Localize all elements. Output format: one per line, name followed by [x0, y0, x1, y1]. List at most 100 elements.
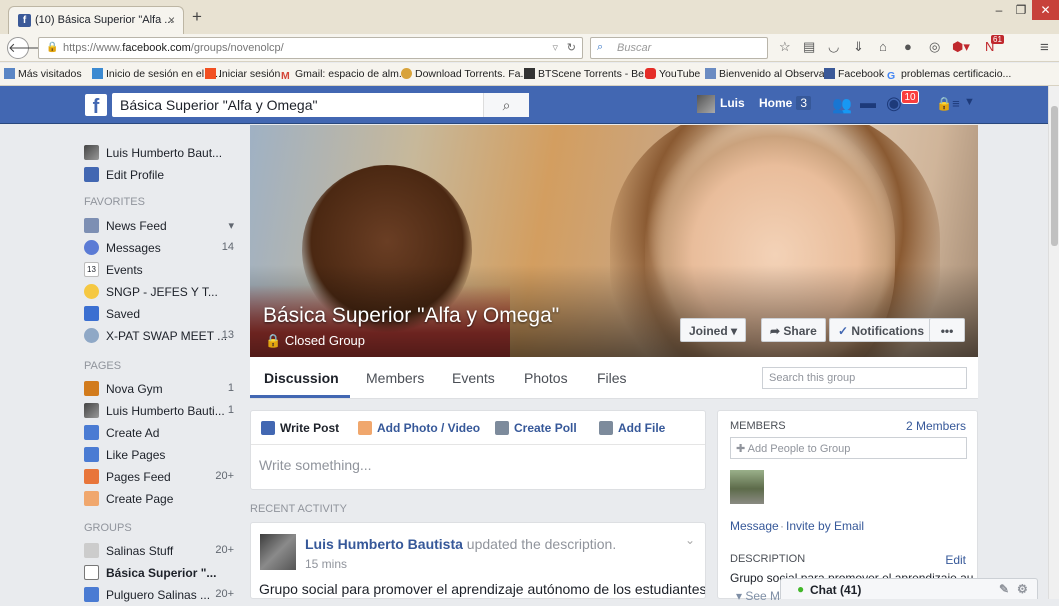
privacy-shortcuts-icon[interactable]: 🔒≡	[936, 96, 960, 112]
sidebar-item-basica-superior[interactable]: Básica Superior "...	[84, 564, 234, 584]
menu-icon[interactable]: ≡	[1040, 39, 1049, 56]
dropdown-arrow-icon[interactable]: ▿	[552, 41, 558, 54]
message-link[interactable]: Message	[730, 519, 779, 533]
scrollbar[interactable]	[1048, 86, 1059, 599]
bookmark-mas-visitados[interactable]: Más visitados	[4, 68, 82, 80]
chevron-down-icon[interactable]: ⌄	[685, 533, 695, 547]
reading-list-icon[interactable]: ▤	[803, 39, 815, 55]
sidebar-item-news-feed[interactable]: News Feed ▾	[84, 217, 234, 237]
star-icon[interactable]: ☆	[779, 39, 791, 55]
sidebar-item-create-page[interactable]: Create Page	[84, 490, 234, 510]
tab-events[interactable]: Events	[452, 370, 495, 386]
bookmark-icon	[84, 306, 99, 321]
browser-tab[interactable]: f (10) Básica Superior "Alfa ... ×	[8, 6, 184, 34]
sidebar-item-saved[interactable]: Saved	[84, 305, 234, 325]
edit-description-link[interactable]: Edit	[945, 553, 966, 567]
sidebar-item-pages-feed[interactable]: Pages Feed 20+	[84, 468, 234, 488]
tab-close-icon[interactable]: ×	[168, 13, 175, 27]
minimize-button[interactable]: –	[988, 0, 1010, 20]
bookmark-inicio[interactable]: Inicio de sesión en el c...	[92, 68, 221, 80]
online-dot-icon: ●	[797, 582, 805, 596]
tab-files[interactable]: Files	[597, 370, 627, 386]
extension-badge: 61	[991, 35, 1004, 44]
sidebar-item-messages[interactable]: Messages 14	[84, 239, 234, 259]
gear-icon[interactable]: ⚙	[1017, 582, 1028, 596]
bookmark-youtube[interactable]: YouTube	[645, 68, 700, 80]
close-window-button[interactable]: ✕	[1032, 0, 1059, 20]
scrollbar-thumb[interactable]	[1051, 106, 1058, 246]
sidebar-item-events[interactable]: 13 Events	[84, 261, 234, 281]
joined-button[interactable]: Joined ▾	[680, 318, 747, 342]
home-icon[interactable]: ⌂	[879, 39, 887, 54]
group-search-input[interactable]: Search this group	[762, 367, 967, 389]
bookmark-observatorio[interactable]: Bienvenido al Observa...	[705, 68, 833, 80]
sidebar-item-create-ad[interactable]: Create Ad	[84, 424, 234, 444]
sync-icon[interactable]: ◎	[929, 39, 940, 55]
sidebar-item-nova-gym[interactable]: Nova Gym 1	[84, 380, 234, 400]
browser-search-input[interactable]: ⌕ Buscar	[590, 37, 768, 59]
tab-discussion[interactable]: Discussion	[264, 370, 339, 386]
post-author[interactable]: Luis Humberto Bautista	[305, 536, 463, 552]
group-title[interactable]: Básica Superior "Alfa y Omega"	[263, 304, 559, 328]
post-input[interactable]: Write something...	[259, 457, 372, 473]
create-poll-button[interactable]: Create Poll	[495, 421, 577, 435]
facebook-logo-icon[interactable]: f	[85, 94, 107, 118]
members-count-link[interactable]: 2 Members	[906, 419, 966, 433]
avatar[interactable]	[697, 95, 715, 113]
reload-icon[interactable]: ↻	[567, 41, 576, 54]
sidebar-item-xpat[interactable]: X-PAT SWAP MEET ... 13	[84, 327, 234, 347]
facebook-search-input[interactable]: Básica Superior "Alfa y Omega" ⌕	[112, 93, 529, 117]
home-link[interactable]: Home 3	[759, 96, 812, 110]
back-arrow-icon[interactable]: 🡐	[7, 37, 43, 59]
new-tab-button[interactable]: +	[192, 7, 202, 27]
sidebar-item-like-pages[interactable]: Like Pages	[84, 446, 234, 466]
share-button[interactable]: ➦ Share	[761, 318, 826, 342]
notifications-button[interactable]: ✓ Notifications	[829, 318, 934, 342]
write-post-button[interactable]: Write Post	[261, 421, 339, 435]
add-file-button[interactable]: Add File	[599, 421, 665, 435]
bookmark-iniciar-sesion[interactable]: Iniciar sesión	[205, 68, 280, 80]
url-domain: facebook.com	[122, 42, 191, 54]
tab-members[interactable]: Members	[366, 370, 424, 386]
more-options-button[interactable]: •••	[929, 318, 965, 342]
sidebar-profile[interactable]: Luis Humberto Baut...	[84, 144, 234, 164]
tab-photos[interactable]: Photos	[524, 370, 568, 386]
friend-requests-icon[interactable]: 👥	[832, 95, 852, 115]
notifications-globe-icon[interactable]: ◉	[886, 93, 902, 114]
see-more-link[interactable]: ▾ See M	[736, 589, 780, 603]
invite-by-email-link[interactable]: Invite by Email	[786, 519, 864, 533]
chat-bubble-icon[interactable]: ●	[904, 39, 912, 54]
profile-link[interactable]: Luis	[720, 96, 745, 110]
add-people-input[interactable]: ✚ Add People to Group	[730, 437, 967, 459]
avatar[interactable]	[260, 534, 296, 570]
sidebar-edit-profile[interactable]: Edit Profile	[84, 166, 234, 186]
add-photo-video-button[interactable]: Add Photo / Video	[358, 421, 480, 435]
favorites-header: FAVORITES	[84, 196, 145, 208]
member-avatar[interactable]	[730, 470, 764, 504]
bookmark-icon	[524, 68, 535, 79]
adblock-icon[interactable]: ⬢▾	[952, 39, 970, 55]
sidebar-item-pulguero[interactable]: Pulguero Salinas ... 20+	[84, 586, 234, 606]
bookmark-btscene[interactable]: BTScene Torrents - Be...	[524, 68, 653, 80]
address-bar[interactable]: 🔒 https://www.facebook.com/groups/noveno…	[38, 37, 583, 59]
search-placeholder: Buscar	[617, 42, 652, 54]
sidebar-item-salinas-stuff[interactable]: Salinas Stuff 20+	[84, 542, 234, 562]
sidebar-item-luis-page[interactable]: Luis Humberto Bauti... 1	[84, 402, 234, 422]
download-icon[interactable]: ⇓	[853, 39, 864, 55]
account-menu-icon[interactable]: ▼	[964, 96, 975, 108]
post-time[interactable]: 15 mins	[305, 557, 347, 571]
chat-bar[interactable]: ● Chat (41) ✎ ⚙	[780, 578, 1038, 599]
pocket-icon[interactable]: ◡	[828, 39, 839, 55]
pencil-icon	[261, 421, 275, 435]
bookmark-download-torrents[interactable]: Download Torrents. Fa...	[401, 68, 529, 80]
compose-icon[interactable]: ✎	[999, 582, 1009, 596]
restore-button[interactable]: ❐	[1010, 0, 1032, 20]
bookmark-gmail[interactable]: M Gmail: espacio de alm...	[281, 68, 408, 82]
sidebar-item-sngp[interactable]: SNGP - JEFES Y T...	[84, 283, 234, 303]
messages-icon[interactable]: ▬	[860, 95, 876, 113]
bookmark-facebook[interactable]: Facebook	[824, 68, 884, 80]
lock-icon: 🔒	[265, 333, 285, 348]
bookmark-icon	[4, 68, 15, 79]
search-icon[interactable]: ⌕	[483, 93, 529, 117]
bookmark-problemas[interactable]: Gproblemas certificacio...	[887, 68, 1011, 82]
